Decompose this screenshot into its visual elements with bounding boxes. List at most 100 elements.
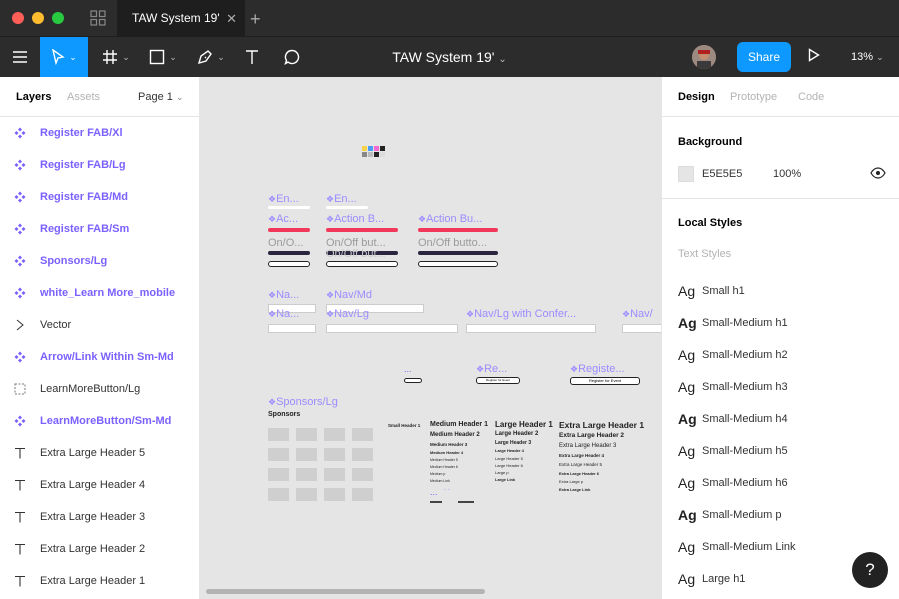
- header-sample[interactable]: Extra Large Header 5: [559, 462, 602, 467]
- page-selector[interactable]: Page 1 ⌄: [138, 91, 183, 103]
- canvas-onoff-dark-sm[interactable]: [268, 251, 310, 255]
- sponsor-logo-placeholder[interactable]: [324, 448, 345, 461]
- main-menu-button[interactable]: [0, 37, 40, 77]
- layer-row[interactable]: Extra Large Header 4: [0, 469, 200, 501]
- header-sample[interactable]: Medium Header 5: [430, 458, 458, 462]
- header-sample[interactable]: Medium Header 2: [430, 432, 480, 438]
- grid-icon[interactable]: [90, 10, 106, 26]
- canvas-learn-more-sm[interactable]: [458, 501, 474, 503]
- sponsor-logo-placeholder[interactable]: [324, 488, 345, 501]
- layer-row[interactable]: Register FAB/Sm: [0, 213, 200, 245]
- canvas-label-na-1[interactable]: Na...: [268, 289, 299, 301]
- canvas-label-dots-3[interactable]: . .: [444, 485, 450, 492]
- layer-row[interactable]: Register FAB/Xl: [0, 117, 200, 149]
- text-style-item[interactable]: Ag Small-Medium h6: [678, 467, 788, 499]
- background-color-swatch[interactable]: [678, 166, 694, 182]
- canvas-horizontal-scrollbar[interactable]: [206, 589, 485, 594]
- pen-tool-caret-icon[interactable]: ⌄: [217, 52, 225, 63]
- maximize-window-button[interactable]: [52, 12, 64, 24]
- eye-icon[interactable]: [870, 167, 886, 179]
- layer-row[interactable]: LearnMoreButton/Lg: [0, 373, 200, 405]
- sponsor-logo-placeholder[interactable]: [352, 468, 373, 481]
- move-tool-button[interactable]: ⌄: [40, 37, 88, 77]
- sponsor-logo-placeholder[interactable]: [352, 428, 373, 441]
- share-button[interactable]: Share: [737, 42, 791, 72]
- canvas-nav-sm-bar-2[interactable]: [268, 324, 316, 333]
- color-swatch[interactable]: [368, 152, 373, 157]
- sponsor-logo-placeholder[interactable]: [296, 428, 317, 441]
- canvas-label-dots-2[interactable]: ...: [430, 487, 438, 497]
- header-sample[interactable]: Large Header 1: [495, 420, 553, 429]
- sponsor-logo-placeholder[interactable]: [268, 448, 289, 461]
- canvas-large-headers[interactable]: Large Header 1 Large Header 2 Large Header…: [495, 420, 557, 510]
- shape-tool-button[interactable]: ⌄: [142, 37, 184, 77]
- sponsor-logo-placeholder[interactable]: [296, 448, 317, 461]
- canvas-label-en-1[interactable]: En...: [268, 193, 299, 205]
- header-sample[interactable]: Large p: [495, 470, 509, 475]
- canvas-label-action-2[interactable]: Action Bu...: [418, 213, 482, 225]
- frame-tool-caret-icon[interactable]: ⌄: [122, 52, 130, 63]
- tab-assets[interactable]: Assets: [67, 91, 100, 103]
- frame-tool-button[interactable]: ⌄: [95, 37, 137, 77]
- color-swatch-cluster[interactable]: [362, 138, 390, 158]
- canvas-onoff-outline-md[interactable]: [326, 261, 398, 267]
- canvas-label-nav-lg[interactable]: Nav/Lg: [326, 308, 369, 320]
- canvas-en-2-bar[interactable]: [326, 206, 368, 209]
- canvas-label-sponsors[interactable]: Sponsors/Lg: [268, 396, 338, 408]
- text-style-item[interactable]: Ag Small h1: [678, 275, 745, 307]
- canvas-nav-conf-bar[interactable]: [466, 324, 596, 333]
- canvas-register-btn-2[interactable]: Register for Event: [570, 377, 640, 385]
- text-style-item[interactable]: Ag Small-Medium h3: [678, 371, 788, 403]
- header-sample[interactable]: Large Link: [495, 477, 515, 482]
- background-opacity-input[interactable]: 100%: [773, 168, 801, 180]
- header-sample[interactable]: Extra Large Link: [559, 487, 590, 492]
- canvas-label-nav-md[interactable]: Nav/Md: [326, 289, 372, 301]
- header-sample[interactable]: Extra Large p: [559, 479, 583, 484]
- tab-design[interactable]: Design: [678, 91, 715, 103]
- text-style-item[interactable]: Ag Small-Medium Link: [678, 531, 796, 563]
- pen-tool-button[interactable]: ⌄: [190, 37, 232, 77]
- text-tool-button[interactable]: [238, 37, 266, 77]
- color-swatch[interactable]: [374, 152, 379, 157]
- text-style-item[interactable]: Ag Small-Medium h1: [678, 307, 788, 339]
- color-swatch[interactable]: [368, 146, 373, 151]
- layer-row[interactable]: Register FAB/Md: [0, 181, 200, 213]
- canvas-sponsors-title[interactable]: Sponsors: [268, 411, 300, 418]
- color-swatch[interactable]: [380, 152, 385, 157]
- canvas-label-registe[interactable]: Registe...: [570, 363, 624, 375]
- canvas-small-header-1[interactable]: Small Header 1: [388, 423, 420, 428]
- canvas-register-btn-1[interactable]: Register for Event: [476, 377, 520, 384]
- text-style-item[interactable]: Ag Small-Medium h2: [678, 339, 788, 371]
- minimize-window-button[interactable]: [32, 12, 44, 24]
- color-swatch[interactable]: [374, 146, 379, 151]
- file-tab[interactable]: TAW System 19' ✕: [117, 0, 245, 37]
- header-sample[interactable]: Large Header 3: [495, 440, 531, 446]
- layer-row[interactable]: Register FAB/Lg: [0, 149, 200, 181]
- present-play-icon[interactable]: [808, 48, 820, 62]
- canvas-arrow-link-sm[interactable]: [430, 501, 442, 503]
- header-sample[interactable]: Medium Link: [430, 479, 450, 483]
- sponsor-logo-placeholder[interactable]: [324, 428, 345, 441]
- text-style-item[interactable]: Ag Small-Medium h5: [678, 435, 788, 467]
- layer-row[interactable]: Vector: [0, 309, 200, 341]
- sponsor-logo-placeholder[interactable]: [296, 468, 317, 481]
- canvas-onoff-outline-lg[interactable]: [418, 261, 498, 267]
- header-sample[interactable]: Large Header 5: [495, 456, 523, 461]
- canvas-medium-headers[interactable]: Medium Header 1 Medium Header 2 Medium Hea…: [430, 421, 490, 511]
- sponsor-logo-placeholder[interactable]: [268, 488, 289, 501]
- canvas-nav-trunc-bar[interactable]: [622, 324, 661, 333]
- tab-prototype[interactable]: Prototype: [730, 91, 777, 103]
- header-sample[interactable]: Extra Large Header 6: [559, 471, 599, 476]
- canvas-en-1-bar[interactable]: [268, 206, 310, 209]
- user-avatar[interactable]: [692, 45, 716, 69]
- canvas-action-button-md[interactable]: [326, 228, 398, 232]
- move-tool-caret-icon[interactable]: ⌄: [69, 52, 77, 63]
- layer-row[interactable]: Extra Large Header 2: [0, 533, 200, 565]
- canvas[interactable]: En... En... Ac... Action B... Action Bu.…: [200, 77, 661, 599]
- header-sample[interactable]: Extra Large Header 1: [559, 420, 644, 430]
- header-sample[interactable]: Medium Header 1: [430, 421, 488, 428]
- canvas-label-onoff-1[interactable]: On/O...: [268, 237, 303, 249]
- tab-layers[interactable]: Layers: [16, 91, 51, 103]
- sponsor-logo-placeholder[interactable]: [352, 448, 373, 461]
- canvas-label-nav-trunc[interactable]: Nav/: [622, 308, 653, 320]
